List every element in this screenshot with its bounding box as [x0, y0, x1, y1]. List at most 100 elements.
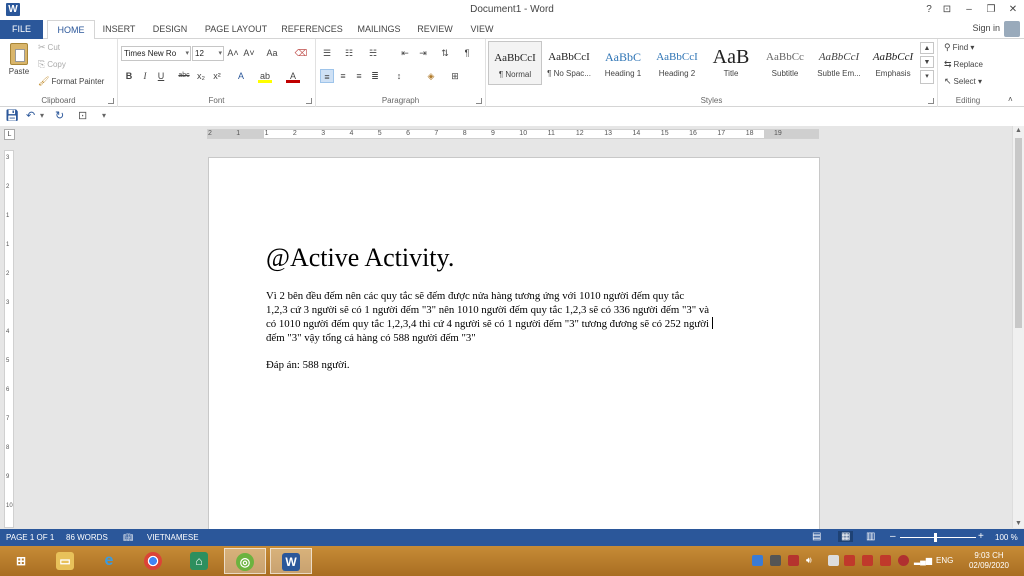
restore-button[interactable]: ❐	[980, 2, 1002, 18]
bold-button[interactable]: B	[122, 69, 136, 83]
close-button[interactable]: ✕	[1002, 2, 1024, 18]
paragraph-launcher-icon[interactable]	[476, 98, 482, 104]
bullets-icon[interactable]: ☰	[320, 46, 334, 60]
scroll-up-icon[interactable]: ▲	[1015, 127, 1022, 134]
undo-dropdown-icon[interactable]: ▾	[40, 111, 44, 120]
taskbar-app[interactable]: ⌂	[178, 548, 220, 574]
scrollbar-thumb[interactable]	[1015, 138, 1022, 328]
proofing-icon[interactable]: 📖︎	[123, 533, 133, 542]
zoom-level[interactable]: 100 %	[995, 533, 1018, 542]
page-count[interactable]: PAGE 1 OF 1	[6, 533, 54, 542]
taskbar-word[interactable]: W	[270, 548, 312, 574]
input-language[interactable]: ENG	[936, 556, 953, 565]
tab-page-layout[interactable]: PAGE LAYOUT	[201, 20, 271, 39]
styles-launcher-icon[interactable]	[928, 98, 934, 104]
shrink-font-button[interactable]: A˅	[242, 46, 256, 60]
redo-icon[interactable]: ↻	[55, 109, 64, 122]
line-spacing-icon[interactable]: ↕	[392, 69, 406, 83]
style-6[interactable]: AaBbCc Subtitle	[758, 41, 812, 85]
vertical-scrollbar[interactable]: ▲ ▼	[1012, 126, 1024, 528]
style-5[interactable]: AaB Title	[704, 41, 758, 85]
font-name-combo[interactable]: Times New Ro ▾	[121, 46, 191, 61]
document-answer[interactable]: Đáp án: 588 người.	[266, 359, 350, 371]
multilevel-list-icon[interactable]: ☵	[366, 46, 380, 60]
font-color-icon[interactable]: A	[286, 69, 300, 83]
customize-qat-icon[interactable]: ▾	[102, 111, 106, 120]
taskbar-coccoc[interactable]: ◎	[224, 548, 266, 574]
tray-app-icon[interactable]	[862, 555, 873, 566]
numbering-icon[interactable]: ☷	[342, 46, 356, 60]
zoom-out-button[interactable]: –	[890, 531, 896, 542]
styles-scroll-up-icon[interactable]: ▲	[920, 42, 934, 54]
tray-app-icon[interactable]	[844, 555, 855, 566]
tab-view[interactable]: VIEW	[464, 20, 500, 39]
sort-icon[interactable]: ⇅	[438, 46, 452, 60]
tab-insert[interactable]: INSERT	[98, 20, 140, 39]
ribbon-display-options-button[interactable]: ⊡	[936, 2, 958, 18]
zoom-in-button[interactable]: +	[978, 531, 984, 542]
text-effects-icon[interactable]: A	[234, 69, 248, 83]
taskbar-internet-explorer[interactable]: e	[88, 548, 130, 574]
underline-button[interactable]: U	[154, 69, 168, 83]
borders-icon[interactable]: ⊞	[448, 69, 462, 83]
style-7[interactable]: AaBbCcI Subtle Em...	[812, 41, 866, 85]
superscript-button[interactable]: x²	[210, 69, 224, 83]
select-button[interactable]: ↖ Select ▾	[944, 76, 982, 87]
increase-indent-icon[interactable]: ⇥	[416, 46, 430, 60]
paste-button[interactable]: Paste	[6, 43, 32, 76]
strikethrough-button[interactable]: abc	[176, 69, 192, 83]
scroll-down-icon[interactable]: ▼	[1015, 520, 1022, 527]
tray-app-icon[interactable]	[752, 555, 763, 566]
tray-app-icon[interactable]	[880, 555, 891, 566]
subscript-button[interactable]: x₂	[194, 69, 208, 83]
tray-app-icon[interactable]	[828, 555, 839, 566]
format-painter-button[interactable]: 🖌 Format Painter	[38, 76, 104, 87]
tray-app-icon[interactable]	[898, 555, 909, 566]
replace-button[interactable]: ⇆ Replace	[944, 59, 983, 70]
tab-design[interactable]: DESIGN	[148, 20, 192, 39]
clock[interactable]: 9:03 CH 02/09/2020	[962, 551, 1016, 571]
zoom-slider-thumb[interactable]	[934, 533, 937, 542]
vertical-ruler[interactable]: 3 2 1 1 2 3 4 5 6 7 8 9 10	[4, 150, 14, 528]
style-3[interactable]: AaBbC Heading 1	[596, 41, 650, 85]
shading-icon[interactable]: ◈	[424, 69, 438, 83]
minimize-button[interactable]: –	[958, 2, 980, 18]
style-2[interactable]: AaBbCcI ¶ No Spac...	[542, 41, 596, 85]
tab-review[interactable]: REVIEW	[414, 20, 456, 39]
justify-icon[interactable]: ≣	[368, 69, 382, 83]
tab-selector-icon[interactable]: L	[4, 129, 15, 140]
italic-button[interactable]: I	[138, 69, 152, 83]
style-8[interactable]: AaBbCcI Emphasis	[866, 41, 920, 85]
copy-button[interactable]: ⎘ Copy	[38, 59, 66, 70]
highlight-icon[interactable]: ab	[258, 69, 272, 83]
word-count[interactable]: 86 WORDS	[66, 533, 108, 542]
find-button[interactable]: ⚲ Find ▾	[944, 42, 974, 53]
tab-references[interactable]: REFERENCES	[280, 20, 344, 39]
font-size-combo[interactable]: 12 ▾	[192, 46, 224, 61]
taskbar-file-explorer[interactable]: ▭	[44, 548, 86, 574]
web-layout-icon[interactable]: ▥	[866, 531, 875, 542]
print-layout-icon[interactable]: ▦	[838, 531, 854, 542]
volume-icon[interactable]: 🔊︎	[806, 555, 817, 566]
tray-app-icon[interactable]	[788, 555, 799, 566]
cut-button[interactable]: ✂ Cut	[38, 42, 60, 53]
styles-more-icon[interactable]: ▾	[920, 70, 934, 84]
document-heading[interactable]: @Active Activity.	[266, 243, 454, 273]
undo-icon[interactable]: ↶	[26, 109, 35, 122]
document-page[interactable]: @Active Activity. Vì 2 bên đều đếm nên c…	[208, 157, 820, 537]
save-icon[interactable]: 💾︎	[5, 109, 19, 122]
taskbar-chrome[interactable]	[132, 548, 174, 574]
tab-file[interactable]: FILE	[0, 20, 43, 39]
styles-scroll-down-icon[interactable]: ▼	[920, 56, 934, 68]
sign-in-link[interactable]: Sign in	[972, 23, 1000, 33]
align-center-icon[interactable]: ≡	[336, 69, 350, 83]
tab-home[interactable]: HOME	[47, 20, 95, 40]
grow-font-button[interactable]: A˄	[226, 46, 240, 60]
tab-mailings[interactable]: MAILINGS	[352, 20, 406, 39]
language-status[interactable]: VIETNAMESE	[147, 533, 199, 542]
read-mode-icon[interactable]: ▤	[812, 531, 821, 542]
document-paragraph[interactable]: Vì 2 bên đều đếm nên các quy tắc sẽ đếm …	[266, 290, 766, 345]
style-1[interactable]: AaBbCcI ¶ Normal	[488, 41, 542, 85]
horizontal-ruler[interactable]: 2 1 1 2 3 4 5 6 7 8 9 10 11 12 13 14 15 16 17 18 19	[207, 129, 819, 139]
collapse-ribbon-icon[interactable]: ˄	[1008, 95, 1013, 104]
